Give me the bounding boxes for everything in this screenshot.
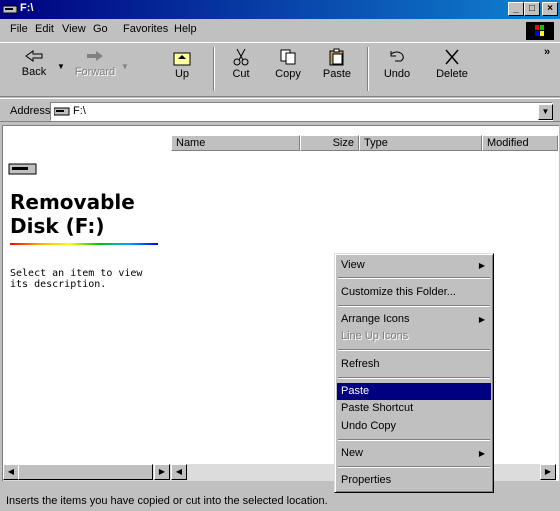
- menu-undo-copy[interactable]: Undo Copy: [337, 418, 491, 435]
- menu-separator: [338, 277, 490, 279]
- column-type[interactable]: Type: [359, 135, 482, 151]
- menu-separator: [338, 377, 490, 379]
- menu-refresh[interactable]: Refresh: [337, 356, 491, 373]
- toolbar-chevron[interactable]: »: [544, 46, 550, 58]
- menu-view[interactable]: View: [62, 23, 86, 35]
- menu-view-item[interactable]: View ▶: [337, 257, 491, 274]
- menu-file[interactable]: File: [10, 23, 28, 35]
- scissors-icon: [233, 48, 249, 66]
- minimize-button[interactable]: _: [508, 2, 524, 16]
- delete-x-icon: [445, 49, 459, 65]
- submenu-arrow-icon: ▶: [478, 261, 485, 270]
- window-title: F:\: [20, 2, 34, 14]
- description-text: Select an item to view its description.: [10, 268, 143, 290]
- menu-properties[interactable]: Properties: [337, 472, 491, 489]
- menu-customize-folder[interactable]: Customize this Folder...: [337, 284, 491, 301]
- back-button[interactable]: Back: [14, 44, 54, 94]
- maximize-button[interactable]: □: [524, 2, 540, 16]
- forward-arrow-icon: [87, 51, 103, 61]
- drive-title: Removable Disk (F:): [10, 190, 135, 238]
- back-arrow-icon: [25, 50, 43, 62]
- menu-line-up-icons[interactable]: Line Up Icons: [337, 328, 491, 345]
- windows-logo-icon: [526, 22, 554, 40]
- menu-paste[interactable]: Paste: [337, 383, 491, 400]
- scroll-right-button[interactable]: ▶: [154, 464, 170, 480]
- menu-paste-shortcut[interactable]: Paste Shortcut: [337, 400, 491, 417]
- address-value: F:\: [73, 105, 86, 117]
- address-label: Address: [10, 105, 51, 117]
- submenu-arrow-icon: ▶: [478, 449, 485, 458]
- menu-favorites[interactable]: Favorites: [123, 23, 168, 35]
- removable-disk-icon: [8, 163, 37, 175]
- status-text: Inserts the items you have copied or cut…: [6, 495, 328, 507]
- undo-icon: [390, 51, 404, 62]
- paste-button[interactable]: Paste: [317, 44, 357, 94]
- clipboard-icon: [329, 48, 344, 66]
- close-button[interactable]: ×: [542, 2, 558, 16]
- cut-button[interactable]: Cut: [224, 44, 258, 94]
- menu-go[interactable]: Go: [93, 23, 108, 35]
- drive-icon: [54, 107, 70, 116]
- scroll-right-button-2[interactable]: ▶: [540, 464, 556, 480]
- address-dropdown-button[interactable]: ▼: [538, 104, 553, 120]
- menu-new[interactable]: New ▶: [337, 445, 491, 462]
- scroll-thumb[interactable]: [18, 464, 153, 480]
- menu-separator: [338, 466, 490, 468]
- menu-edit[interactable]: Edit: [35, 23, 54, 35]
- menu-arrange-icons[interactable]: Arrange Icons ▶: [337, 311, 491, 328]
- title-bar: [0, 0, 560, 19]
- menu-separator: [338, 305, 490, 307]
- copy-button[interactable]: Copy: [270, 44, 306, 94]
- address-input[interactable]: [50, 102, 553, 121]
- menu-help[interactable]: Help: [174, 23, 197, 35]
- up-button[interactable]: Up: [165, 44, 199, 94]
- forward-button[interactable]: Forward: [70, 44, 120, 94]
- up-folder-icon: [173, 52, 191, 66]
- menu-separator: [338, 349, 490, 351]
- scroll-left-button-2[interactable]: ◀: [171, 464, 187, 480]
- menu-separator: [338, 439, 490, 441]
- column-modified[interactable]: Modified: [482, 135, 558, 151]
- rainbow-divider: [10, 243, 158, 245]
- drive-icon: [3, 5, 17, 14]
- back-dropdown-icon[interactable]: ▼: [57, 62, 65, 71]
- column-name[interactable]: Name: [171, 135, 300, 151]
- submenu-arrow-icon: ▶: [478, 315, 485, 324]
- toolbar-separator: [367, 47, 369, 91]
- scroll-left-button[interactable]: ◀: [3, 464, 19, 480]
- column-size[interactable]: Size: [300, 135, 359, 151]
- delete-button[interactable]: Delete: [430, 44, 474, 94]
- forward-dropdown-icon[interactable]: ▼: [121, 62, 129, 71]
- toolbar-separator: [213, 47, 215, 91]
- copy-icon: [280, 49, 296, 65]
- undo-button[interactable]: Undo: [377, 44, 417, 94]
